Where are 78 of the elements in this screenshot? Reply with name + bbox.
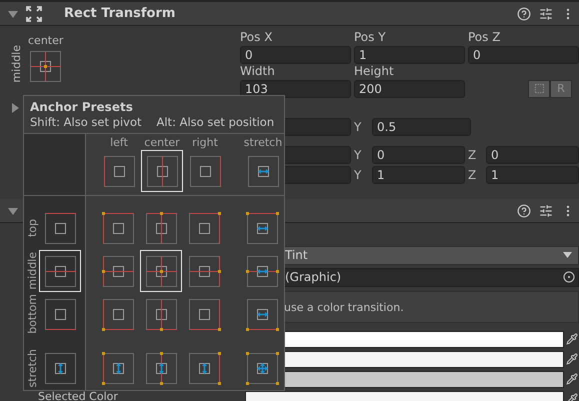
anchor-preset-button[interactable] (141, 150, 183, 192)
anchor-icon (188, 154, 222, 188)
column-label: right (192, 136, 218, 150)
foldout-arrow-icon[interactable] (8, 206, 18, 216)
axis-label: Z (468, 168, 478, 182)
number-field[interactable]: 0 (372, 146, 465, 164)
axis-label: Y (354, 148, 362, 162)
anchor-icon (102, 298, 134, 330)
anchor-icon (102, 212, 134, 244)
row-label: stretch (26, 348, 39, 388)
axis-label: Y (354, 168, 362, 182)
field-label: Pos X (240, 30, 274, 45)
number-field[interactable]: 1 (486, 166, 579, 184)
axis-label: Z (468, 148, 478, 162)
row-label: bottom (26, 294, 39, 334)
anchor-icon (246, 212, 278, 244)
anchor-icon (29, 50, 62, 83)
anchor-icon (44, 254, 76, 288)
number-field[interactable]: 0 (486, 146, 579, 164)
number-field[interactable]: 0 (240, 46, 351, 64)
anchor-icon (188, 212, 220, 244)
field-label: Height (354, 64, 395, 79)
number-field[interactable]: 1 (354, 46, 465, 64)
column-label: center (144, 136, 180, 150)
anchor-icon (188, 254, 220, 288)
number-field[interactable]: 1 (372, 166, 465, 184)
blueprint-button[interactable] (528, 80, 550, 98)
anchor-icon (144, 352, 178, 384)
settings-icon[interactable] (539, 204, 553, 218)
anchor-icon (246, 154, 280, 188)
hint-text: Alt: Also set position (156, 115, 274, 129)
anchor-icon (44, 298, 76, 330)
component-title: Rect Transform (64, 6, 176, 21)
horizontal-anchor-label: center (28, 34, 64, 47)
anchor-icon (102, 352, 134, 384)
settings-icon[interactable] (539, 6, 553, 20)
anchor-icon (144, 212, 178, 244)
number-field[interactable]: 103 (240, 80, 351, 98)
axis-label: Y (354, 120, 362, 134)
field-label: Width (240, 64, 276, 79)
anchor-icon (246, 254, 278, 288)
field-label: Pos Z (468, 30, 502, 45)
anchor-icon (146, 154, 178, 188)
eyedropper-icon (566, 333, 578, 345)
number-field[interactable]: 0 (468, 46, 579, 64)
rect-transform-icon (26, 6, 42, 22)
target-icon[interactable] (563, 271, 575, 283)
anchor-icon (44, 212, 76, 244)
popup-title: Anchor Presets (29, 99, 134, 114)
anchor-icon (188, 298, 220, 330)
field-label: Pos Y (354, 30, 387, 45)
anchor-icon (44, 352, 76, 384)
column-label: stretch (244, 136, 282, 150)
row-label: top (26, 218, 39, 238)
number-field[interactable]: 0.5 (372, 118, 471, 136)
hint-text: Shift: Also set pivot (30, 115, 142, 129)
help-icon[interactable] (517, 204, 531, 218)
vertical-anchor-label: middle (10, 45, 23, 83)
number-field[interactable]: 200 (354, 80, 465, 98)
anchor-widget-button[interactable] (29, 50, 62, 83)
eyedropper-icon (566, 353, 578, 365)
row-label: middle (26, 252, 39, 290)
anchor-icon (246, 352, 278, 384)
help-icon[interactable] (517, 6, 531, 20)
anchor-icon (102, 154, 136, 188)
dashed-square-icon (534, 83, 544, 94)
anchor-icon (246, 298, 278, 330)
field-label: Selected Color (38, 391, 118, 401)
anchor-icon (144, 298, 178, 330)
anchor-icon (188, 352, 220, 384)
anchor-preset-button[interactable] (39, 250, 81, 292)
anchor-preset-button[interactable] (140, 250, 182, 292)
caret-icon (563, 252, 572, 258)
anchor-icon (102, 254, 134, 288)
eyedropper-icon (566, 373, 578, 385)
anchor-icon (144, 254, 178, 288)
foldout-arrow-icon[interactable] (8, 8, 18, 18)
column-label: left (110, 136, 128, 150)
